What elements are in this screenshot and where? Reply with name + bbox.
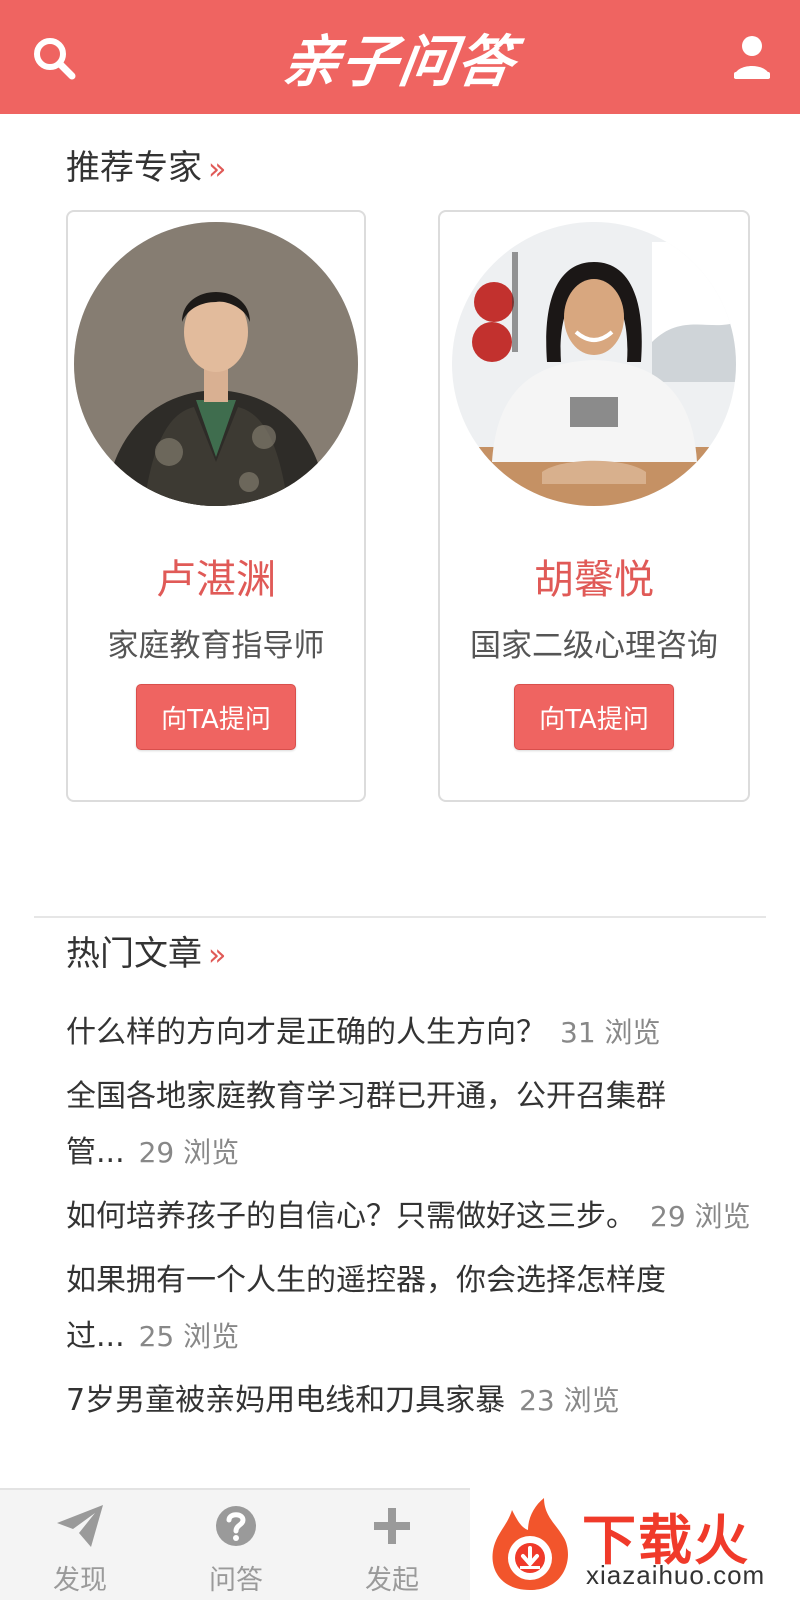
article-title[interactable]: 7岁男童被亲妈用电线和刀具家暴 [66,1383,505,1418]
expert-card[interactable]: 卢湛渊 家庭教育指导师 向TA提问 [66,210,366,802]
article-item[interactable]: 如果拥有一个人生的遥控器，你会选择怎样度过... 25 浏览 [66,1253,756,1365]
user-button[interactable] [732,34,772,80]
experts-more-link[interactable]: » [208,152,226,187]
expert-avatar[interactable] [452,222,736,506]
nav-label: 问答 [209,1565,263,1596]
article-item[interactable]: 如何培养孩子的自信心？只需做好这三步。 29 浏览 [66,1189,756,1245]
flame-logo-icon [492,1498,568,1590]
watermark: 下载火 xiazaihuo.com [470,1488,800,1600]
experts-section-title: 推荐专家» [66,140,226,189]
app-logo: 亲子问答 [278,28,521,95]
ask-expert-button[interactable]: 向TA提问 [514,684,674,750]
expert-avatar[interactable] [74,222,358,506]
articles-title-text: 热门文章 [66,934,202,974]
expert-name: 卢湛渊 [156,557,276,603]
experts-title-text: 推荐专家 [66,148,202,188]
ask-expert-button[interactable]: 向TA提问 [136,684,296,750]
article-title[interactable]: 如何培养孩子的自信心？只需做好这三步。 [66,1199,636,1234]
article-item[interactable]: 全国各地家庭教育学习群已开通，公开召集群管... 29 浏览 [66,1069,756,1181]
expert-name: 胡馨悦 [534,557,654,603]
article-item[interactable]: 什么样的方向才是正确的人生方向？ 31 浏览 [66,1005,756,1061]
user-icon [734,36,770,79]
articles-section-title: 热门文章» [66,926,226,975]
article-views: 29 浏览 [138,1136,240,1169]
article-views: 31 浏览 [560,1016,661,1049]
search-button[interactable] [30,34,78,82]
article-views: 29 浏览 [650,1200,751,1233]
expert-title: 家庭教育指导师 [107,628,325,664]
expert-title: 国家二级心理咨询 [470,628,718,664]
watermark-domain: xiazaihuo.com [586,1560,766,1590]
nav-item-create[interactable]: 发起 [332,1500,452,1597]
question-circle-icon [216,1506,256,1546]
nav-label: 发起 [365,1565,419,1596]
plus-icon [374,1508,410,1544]
search-icon [34,38,76,80]
article-title[interactable]: 什么样的方向才是正确的人生方向？ [66,1015,546,1050]
top-bar: 亲子问答 [0,0,800,114]
article-list: 什么样的方向才是正确的人生方向？ 31 浏览 全国各地家庭教育学习群已开通，公开召… [66,1005,756,1429]
paper-plane-icon [57,1505,103,1547]
section-divider [34,916,766,918]
article-views: 25 浏览 [138,1320,240,1353]
article-views: 23 浏览 [519,1384,620,1417]
nav-item-qa[interactable]: 问答 [176,1500,296,1597]
article-item[interactable]: 7岁男童被亲妈用电线和刀具家暴 23 浏览 [66,1373,756,1429]
articles-more-link[interactable]: » [208,938,226,973]
nav-label: 发现 [53,1565,107,1596]
nav-item-discover[interactable]: 发现 [20,1500,140,1597]
expert-card[interactable]: 胡馨悦 国家二级心理咨询 向TA提问 [438,210,750,802]
